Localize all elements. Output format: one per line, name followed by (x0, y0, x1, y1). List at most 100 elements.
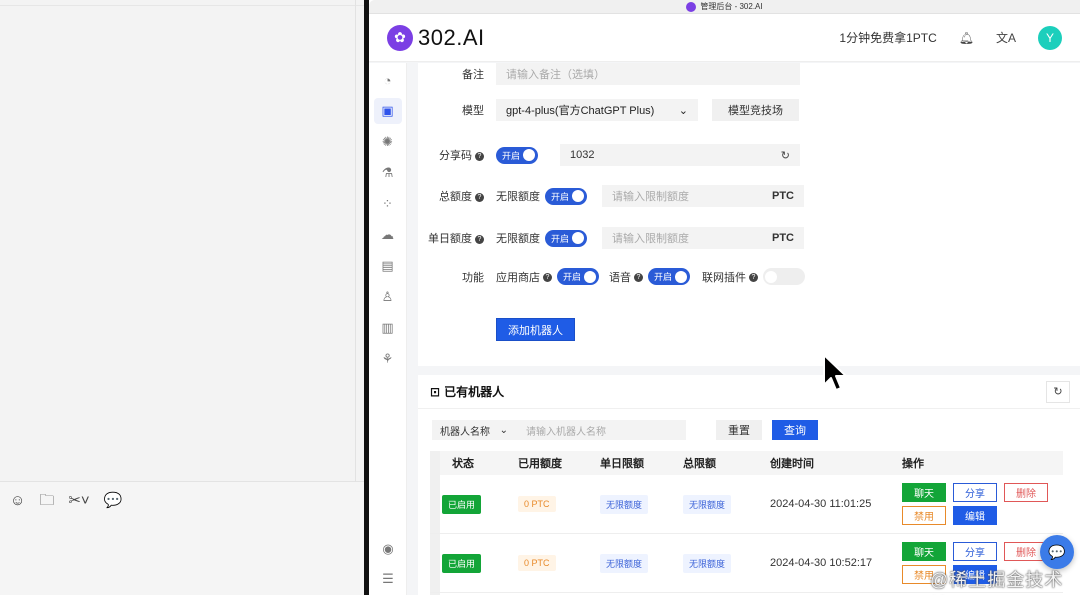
bell-icon[interactable]: 🔔︎ (959, 31, 974, 45)
help-icon: ? (475, 192, 484, 202)
daily-limit-badge: 无限额度 (600, 553, 649, 573)
total-quota-input[interactable]: 请输入限制额度 PTC (602, 185, 804, 207)
total-quota-label: 总额度? (418, 188, 484, 204)
unlimited-label: 无限额度 (496, 191, 540, 203)
model-arena-button[interactable]: 模型竞技场 (712, 99, 799, 121)
book-icon: ▥ (381, 320, 394, 335)
user-icon: ♙ (381, 289, 394, 304)
chat-button[interactable]: 聊天 (902, 542, 946, 561)
refresh-icon: ↻ (1053, 386, 1063, 398)
daily-unlimited-toggle[interactable]: 开启 (545, 229, 587, 247)
unit-label: PTC (772, 232, 794, 244)
list-header: ⊡ 已有机器人 ↻ (418, 375, 1080, 409)
browser-window: 管理后台 - 302.AI ✿ 302.AI 1分钟免费拿1PTC 🔔︎ 文A … (369, 0, 1080, 595)
sidebar-item-user[interactable]: ♙ (374, 284, 402, 310)
created-time: 2024-04-30 11:01:25 (770, 498, 872, 510)
help-icon: ? (475, 151, 484, 161)
robot-icon: ▣ (381, 103, 394, 118)
total-unlimited-toggle[interactable]: 开启 (545, 187, 587, 205)
emoji-icon[interactable]: ☺ (10, 493, 25, 509)
note-input[interactable]: 请输入备注（选填） (496, 63, 800, 85)
support-chat-button[interactable]: 💬 (1040, 535, 1074, 569)
total-limit-badge: 无限额度 (683, 553, 732, 573)
gauge-icon: ◔ (383, 72, 392, 88)
add-robot-form: 备注 请输入备注（选填） 模型 gpt-4-plus(官方ChatGPT Plu… (418, 63, 1080, 366)
add-robot-button[interactable]: 添加机器人 (496, 318, 575, 341)
app-header: ✿ 302.AI 1分钟免费拿1PTC 🔔︎ 文A Y (369, 14, 1080, 62)
share-code-label: 分享码? (418, 147, 484, 163)
main-content: 备注 请输入备注（选填） 模型 gpt-4-plus(官方ChatGPT Plu… (418, 63, 1080, 595)
voice-toggle[interactable]: 开启 (648, 268, 690, 285)
watermark: @稀土掘金技术社区 (930, 570, 1064, 590)
web-plugin-toggle[interactable] (763, 268, 805, 285)
share-code-input[interactable]: 1032 ↻ (560, 144, 800, 166)
used-quota-badge: 0 PTC (518, 496, 556, 512)
sidebar: ◔ ▣ ✺ ⚗ ⁘ ☁ ▤ ♙ ▥ ⚘ ◉ ☰ (369, 63, 407, 595)
sidebar-item-apps[interactable]: ⁘ (374, 191, 402, 217)
status-badge: 已启用 (442, 494, 482, 514)
translate-icon[interactable]: 文A (996, 29, 1016, 46)
title-bar: 管理后台 - 302.AI (369, 0, 1080, 14)
scissors-icon[interactable]: ✂˅ (68, 493, 89, 509)
refresh-button[interactable]: ↻ (1046, 380, 1070, 403)
unlimited-label: 无限额度 (496, 233, 540, 245)
avatar[interactable]: Y (1038, 25, 1062, 50)
refresh-icon[interactable]: ↻ (781, 149, 790, 162)
folder-icon[interactable]: 🗀 (39, 493, 54, 509)
filter-field-select[interactable]: 机器人名称 ⌄ (432, 420, 516, 440)
app-store-toggle[interactable]: 开启 (557, 268, 599, 285)
theme-icon[interactable]: ◉ (374, 541, 402, 557)
reset-button[interactable]: 重置 (716, 420, 762, 440)
web-plugin-label: 联网插件? (702, 269, 758, 285)
sidebar-item-billing[interactable]: ▤ (374, 253, 402, 279)
sidebar-item-robots[interactable]: ▣ (373, 98, 402, 124)
card-icon: ▤ (381, 258, 394, 273)
filter-bar: 机器人名称 ⌄ 请输入机器人名称 重置 查询 (432, 420, 818, 440)
list-title: 已有机器人 (444, 385, 505, 399)
sidebar-item-tools[interactable]: ⚗ (374, 160, 402, 186)
apps-icon: ⁘ (382, 196, 393, 211)
daily-quota-label: 单日额度? (418, 230, 484, 246)
share-button[interactable]: 分享 (953, 542, 997, 561)
collapse-menu-icon[interactable]: ☰ (374, 571, 402, 587)
pane-divider (355, 0, 356, 482)
robot-name-input[interactable]: 请输入机器人名称 (516, 420, 686, 440)
chat-bubble-icon[interactable]: 💬 (104, 493, 123, 509)
window-title: 管理后台 - 302.AI (700, 2, 763, 11)
share-button[interactable]: 分享 (953, 483, 997, 502)
voice-label: 语音? (609, 269, 643, 285)
sidebar-item-docs[interactable]: ▥ (374, 315, 402, 341)
openai-icon: ✺ (382, 134, 393, 149)
chat-button[interactable]: 聊天 (902, 483, 946, 502)
model-label: 模型 (462, 105, 484, 117)
sidebar-item-finance[interactable]: ⚘ (374, 346, 402, 372)
edit-button[interactable]: 编辑 (953, 506, 997, 525)
logo-text: 302.AI (418, 24, 485, 50)
features-label: 功能 (462, 271, 484, 284)
delete-button[interactable]: 删除 (1004, 483, 1048, 502)
model-select[interactable]: gpt-4-plus(官方ChatGPT Plus) ⌄ (496, 99, 698, 121)
sidebar-item-cloud[interactable]: ☁ (374, 222, 402, 248)
share-code-toggle[interactable]: 开启 (496, 146, 538, 164)
note-label: 备注 (462, 69, 484, 81)
promo-link[interactable]: 1分钟免费拿1PTC (839, 29, 936, 46)
daily-quota-input[interactable]: 请输入限制额度 PTC (602, 227, 804, 249)
chevron-down-icon: ⌄ (678, 104, 688, 117)
query-button[interactable]: 查询 (772, 420, 818, 440)
sidebar-item-dashboard[interactable]: ◔ (374, 67, 402, 93)
daily-limit-badge: 无限额度 (600, 494, 649, 514)
disable-button[interactable]: 禁用 (902, 506, 946, 525)
mouse-cursor-icon (823, 354, 847, 391)
site-favicon-icon (686, 1, 697, 12)
robot-list-card: ⊡ 已有机器人 ↻ 机器人名称 ⌄ 请输入机器人名称 重置 查询 状态 已用额度 … (418, 375, 1080, 595)
app-store-label: 应用商店? (496, 269, 552, 285)
cloud-icon: ☁ (381, 227, 394, 242)
flask-icon: ⚗ (381, 165, 394, 180)
sidebar-item-openai[interactable]: ✺ (374, 129, 402, 155)
money-hand-icon: ⚘ (381, 351, 394, 366)
chat-bubble-icon: 💬 (1048, 543, 1066, 560)
help-icon: ? (749, 273, 758, 283)
background-pane (0, 0, 364, 482)
created-time: 2024-04-30 10:52:17 (770, 557, 873, 569)
chat-toolbar: ☺ 🗀 ✂˅ 💬 (10, 493, 122, 509)
